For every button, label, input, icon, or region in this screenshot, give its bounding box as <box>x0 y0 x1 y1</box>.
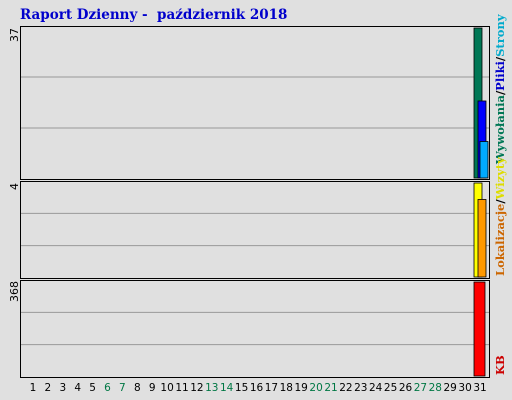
x-tick-label-day-30: 30 <box>458 382 471 394</box>
x-tick-label-day-7: 7 <box>119 382 126 394</box>
x-tick-label-day-10: 10 <box>160 382 173 394</box>
x-tick-label-day-22: 22 <box>339 382 352 394</box>
x-tick-label-day-2: 2 <box>45 382 52 394</box>
x-tick-label-day-18: 18 <box>280 382 293 394</box>
x-tick-label-day-15: 15 <box>235 382 248 394</box>
x-tick-label-day-6: 6 <box>104 382 111 394</box>
x-tick-label-day-14: 14 <box>220 382 234 394</box>
x-tick-label-day-27: 27 <box>414 382 427 394</box>
x-tick-label-day-20: 20 <box>309 382 322 394</box>
x-tick-label-day-12: 12 <box>190 382 203 394</box>
bar-strony-day-31 <box>479 141 489 179</box>
x-tick-label-day-28: 28 <box>429 382 442 394</box>
x-tick-label-day-3: 3 <box>59 382 66 394</box>
x-tick-label-day-9: 9 <box>149 382 156 394</box>
bar-lokalizacje-day-31 <box>477 199 487 278</box>
x-tick-label-day-11: 11 <box>175 382 188 394</box>
x-tick-label-day-31: 31 <box>473 382 486 394</box>
x-tick-label-day-29: 29 <box>444 382 457 394</box>
x-tick-label-day-8: 8 <box>134 382 141 394</box>
x-tick-label-day-24: 24 <box>369 382 383 394</box>
x-tick-label-day-26: 26 <box>399 382 413 394</box>
x-tick-label-day-25: 25 <box>384 382 397 394</box>
x-tick-label-day-4: 4 <box>74 382 81 394</box>
x-tick-label-day-17: 17 <box>265 382 278 394</box>
x-tick-label-day-5: 5 <box>89 382 96 394</box>
x-tick-label-day-21: 21 <box>324 382 337 394</box>
bar-kb-day-31 <box>473 281 486 377</box>
x-tick-label-day-1: 1 <box>30 382 37 394</box>
chart-canvas: 1 2 3 4 5 6 7 8 9 10 11 12 13 14 15 16 17 18 19 20 21 22 23 24 2… <box>20 26 490 394</box>
x-tick-label-day-13: 13 <box>205 382 218 394</box>
x-tick-label-day-16: 16 <box>250 382 264 394</box>
x-tick-label-day-19: 19 <box>295 382 308 394</box>
x-tick-label-day-23: 23 <box>354 382 367 394</box>
